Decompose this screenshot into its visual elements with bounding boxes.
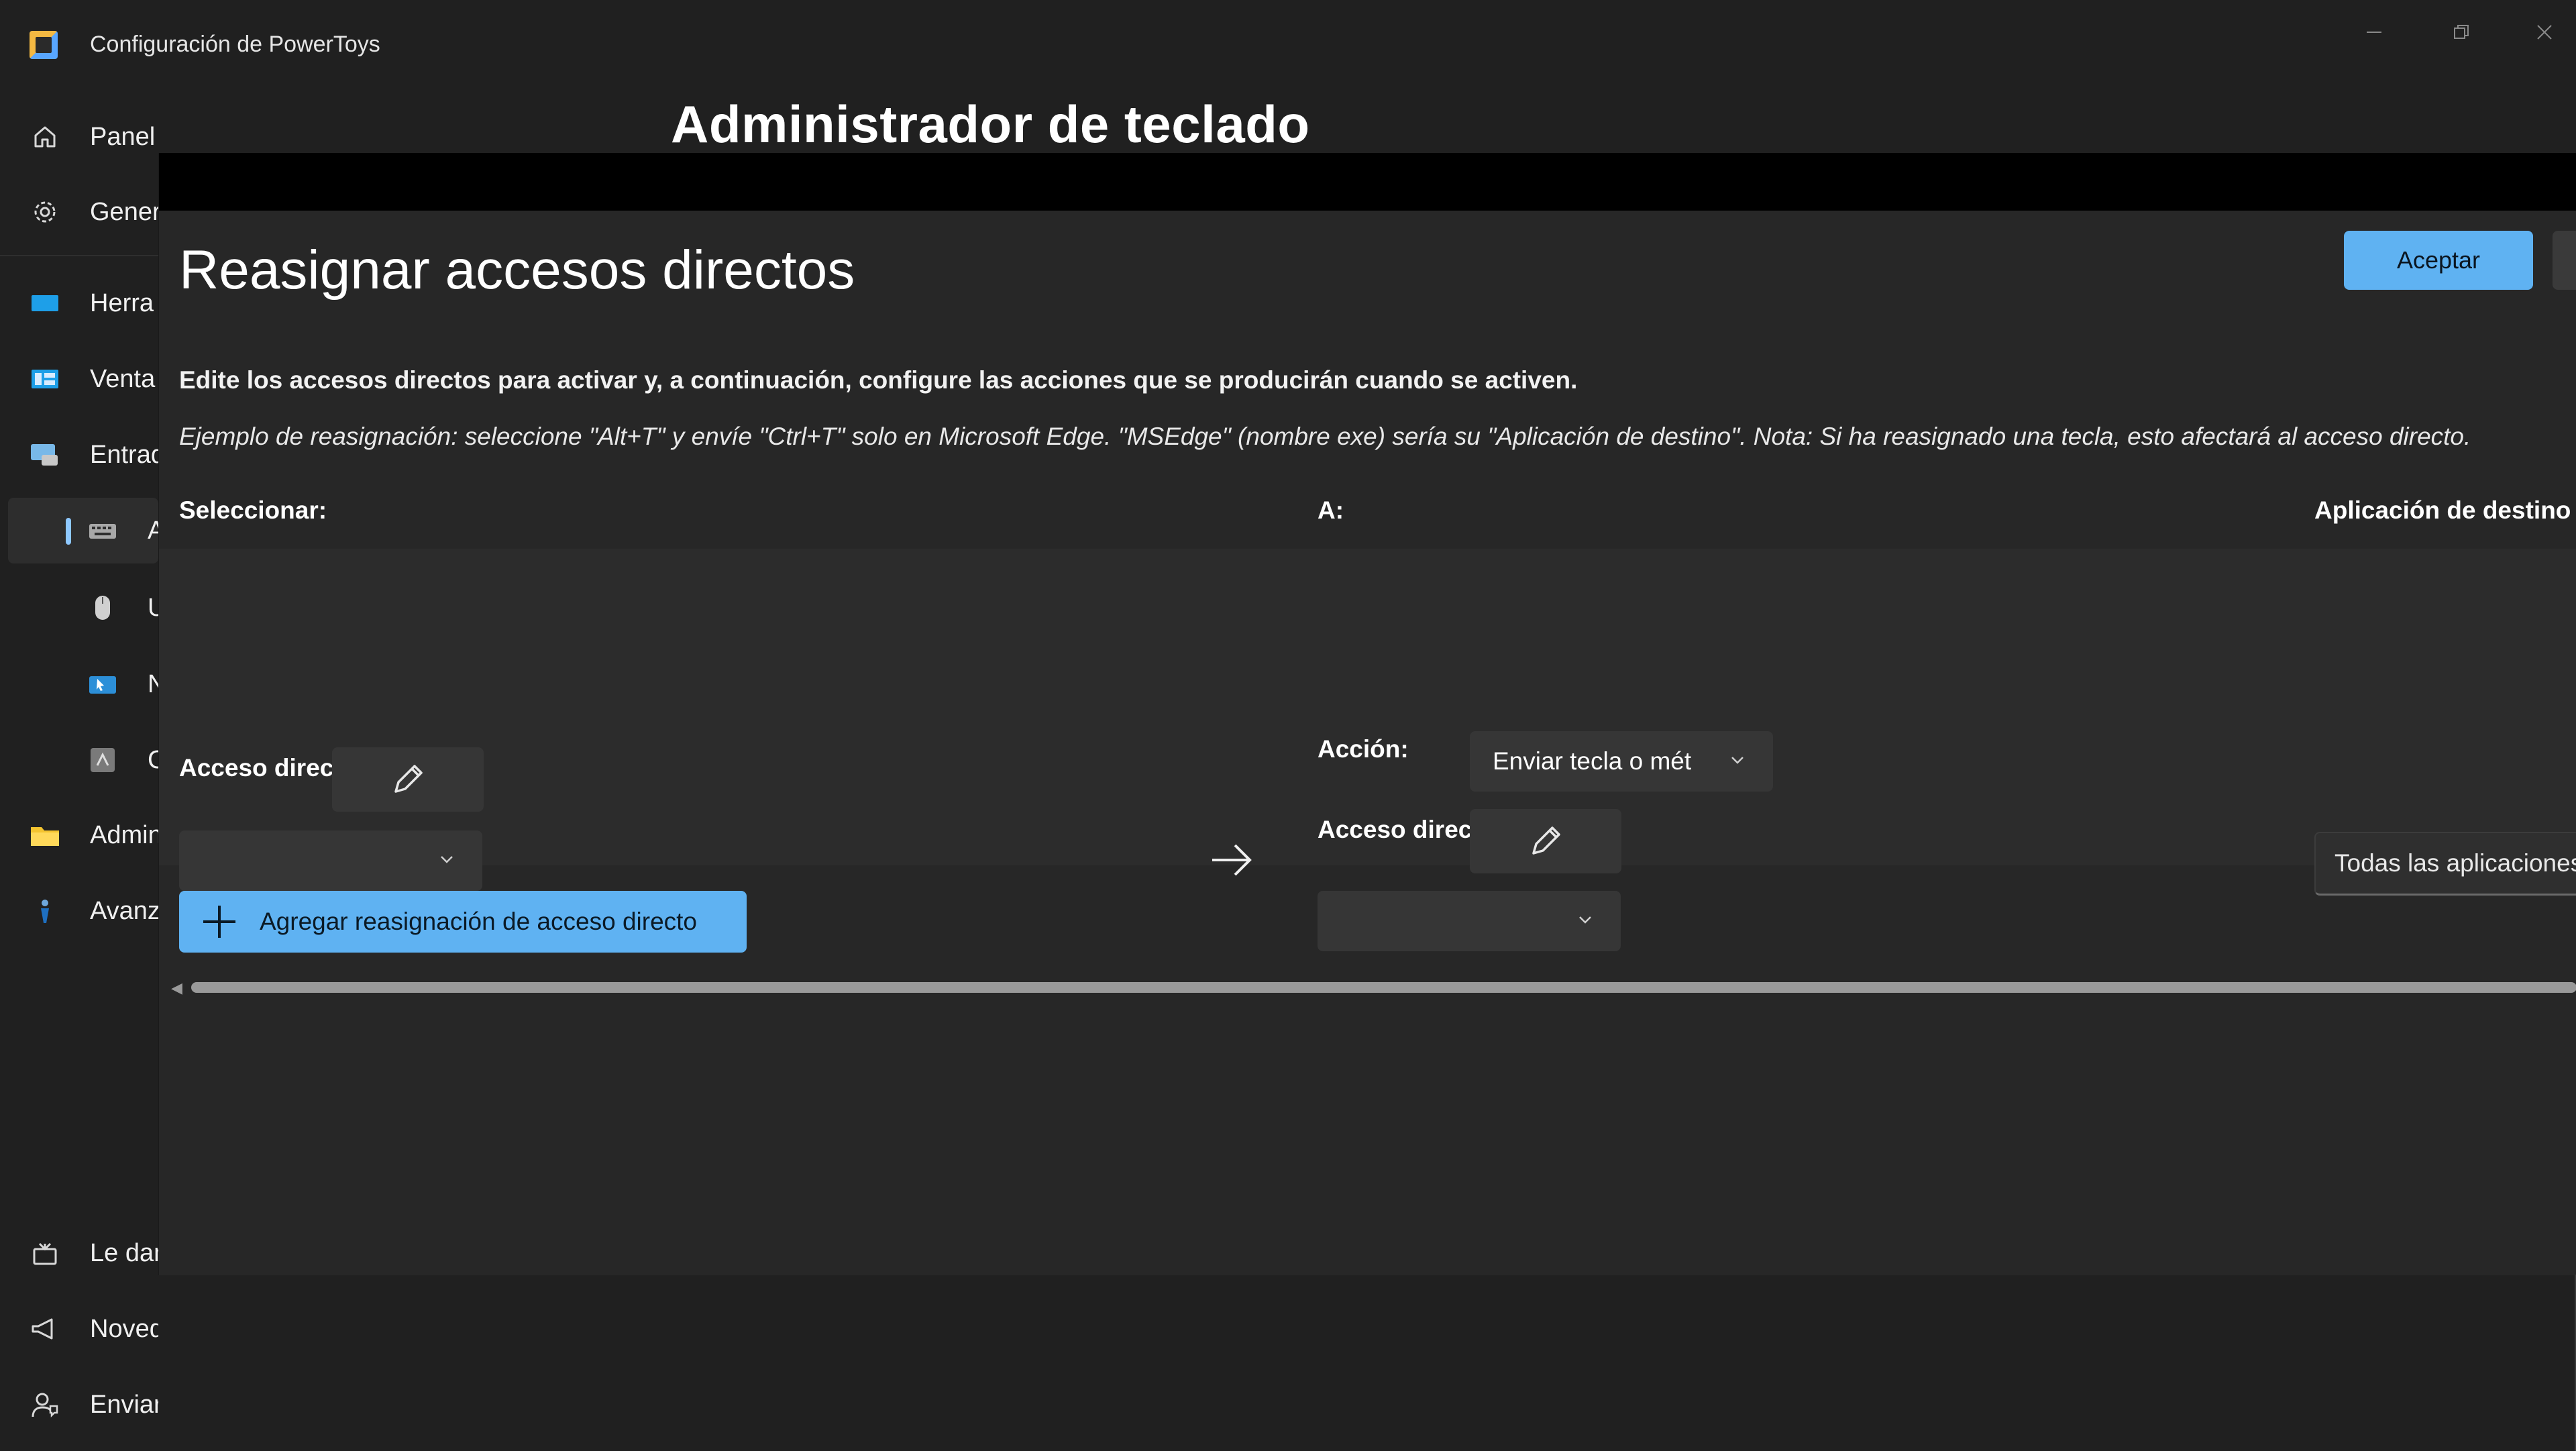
home-icon <box>30 121 60 152</box>
pencil-icon <box>1532 826 1560 855</box>
dialog-description: Edite los accesos directos para activar … <box>179 366 1578 394</box>
sidebar-item-whats-new[interactable]: Novedades <box>0 1297 158 1361</box>
sidebar-item-label: Novedades <box>90 1314 158 1343</box>
sidebar-item-label: Admin <box>90 820 158 849</box>
minimize-icon <box>2367 32 2381 33</box>
add-shortcut-remap-button[interactable]: Agregar reasignación de acceso directo <box>179 891 747 953</box>
sidebar-item-crosshairs[interactable]: C <box>0 728 158 792</box>
action-dropdown[interactable]: Enviar tecla o mét <box>1470 731 1773 792</box>
dialog-example: Ejemplo de reasignación: seleccione "Alt… <box>179 423 2471 450</box>
sidebar-divider <box>0 255 158 256</box>
column-header-target-app: Aplicación de destino <box>2314 496 2571 524</box>
sidebar-item-keyboard-manager[interactable]: A <box>0 498 158 563</box>
sidebar-item-label: Gener <box>90 197 158 226</box>
target-app-input[interactable]: Todas las aplicaciones <box>2314 832 2576 896</box>
sidebar-item-general[interactable]: Gener <box>0 180 158 244</box>
column-header-to: A: <box>1318 496 1344 524</box>
dialog-title-bar <box>159 153 2576 211</box>
edit-target-shortcut-button[interactable] <box>1470 809 1621 873</box>
folder-icon <box>30 820 60 851</box>
remap-shortcuts-dialog: Reasignar accesos directos Aceptar Edite… <box>158 153 2576 1275</box>
sidebar-item-label: A <box>148 516 158 545</box>
target-shortcut-dropdown[interactable] <box>1318 891 1621 951</box>
chevron-down-icon <box>1731 757 1743 764</box>
sidebar-item-label: Avanz <box>90 896 158 925</box>
sidebar-item-label: Enviar comentarios <box>90 1390 158 1419</box>
restore-button[interactable] <box>2424 12 2498 52</box>
action-label: Acción: <box>1318 735 1409 763</box>
sidebar-item-advanced[interactable]: Avanz <box>0 879 158 943</box>
plus-icon <box>203 906 235 938</box>
sidebar-item-feedback[interactable]: Enviar comentarios <box>0 1373 158 1437</box>
shortcut-label: Acceso directo: <box>179 754 333 782</box>
action-dropdown-value: Enviar tecla o mét <box>1493 747 1692 775</box>
window-title: Configuración de PowerToys <box>90 32 380 57</box>
cancel-button[interactable] <box>2553 231 2576 290</box>
horizontal-scrollbar[interactable] <box>191 982 2576 993</box>
sidebar-item-label: Panel <box>90 122 156 151</box>
keyboard-icon <box>87 515 118 546</box>
add-shortcut-remap-label: Agregar reasignación de acceso directo <box>260 908 697 935</box>
edit-shortcut-button[interactable] <box>332 747 484 812</box>
feedback-icon <box>30 1389 60 1420</box>
advanced-icon <box>30 896 60 926</box>
sidebar-item-label: Entrad <box>90 440 158 469</box>
sidebar-item-mouse-jump[interactable]: N <box>0 652 158 716</box>
target-app-value: Todas las aplicaciones <box>2334 849 2576 877</box>
windows-layout-icon <box>30 364 60 394</box>
sidebar-item-windows[interactable]: Venta <box>0 347 158 411</box>
sidebar-item-label: Le dan <box>90 1238 158 1267</box>
sidebar-item-label: Venta <box>90 364 156 393</box>
dialog-title: Reasignar accesos directos <box>179 239 855 301</box>
close-button[interactable] <box>2508 12 2576 52</box>
sidebar-item-welcome[interactable]: Le dan <box>0 1221 158 1285</box>
sidebar-item-label: N <box>148 669 158 698</box>
scroll-left-arrow[interactable]: ◀ <box>171 979 182 997</box>
welcome-icon <box>30 1238 60 1269</box>
sidebar-item-input[interactable]: Entrad <box>0 423 158 487</box>
page-title: Administrador de teclado <box>671 95 1310 154</box>
gear-icon <box>30 197 60 227</box>
pencil-icon <box>394 765 423 793</box>
shortcut-dropdown[interactable] <box>179 830 482 891</box>
mouse-icon <box>87 592 118 623</box>
input-icon <box>30 439 60 470</box>
minimize-button[interactable] <box>2337 12 2411 52</box>
powertoys-app-icon <box>30 31 58 59</box>
sidebar-item-panel[interactable]: Panel <box>0 105 158 169</box>
sidebar-item-label: Herra <box>90 288 154 317</box>
sidebar-item-file-management[interactable]: Admin <box>0 803 158 867</box>
crosshair-icon <box>87 745 118 775</box>
column-header-select: Seleccionar: <box>179 496 327 524</box>
chevron-down-icon <box>1579 916 1591 924</box>
restore-icon <box>2454 25 2469 39</box>
monitor-icon <box>30 288 60 319</box>
close-icon <box>2537 25 2552 40</box>
megaphone-icon <box>30 1313 60 1344</box>
sidebar-item-tools[interactable]: Herra <box>0 271 158 335</box>
sidebar-item-mouse-utilities[interactable]: U <box>0 576 158 640</box>
arrow-right-icon <box>1212 844 1252 876</box>
accept-button[interactable]: Aceptar <box>2344 231 2533 290</box>
chevron-down-icon <box>441 856 453 863</box>
sidebar-item-label: C <box>148 745 158 774</box>
mouse-jump-icon <box>87 669 118 700</box>
sidebar-item-label: U <box>148 593 158 622</box>
target-shortcut-label: Acceso directo: <box>1318 816 1472 843</box>
